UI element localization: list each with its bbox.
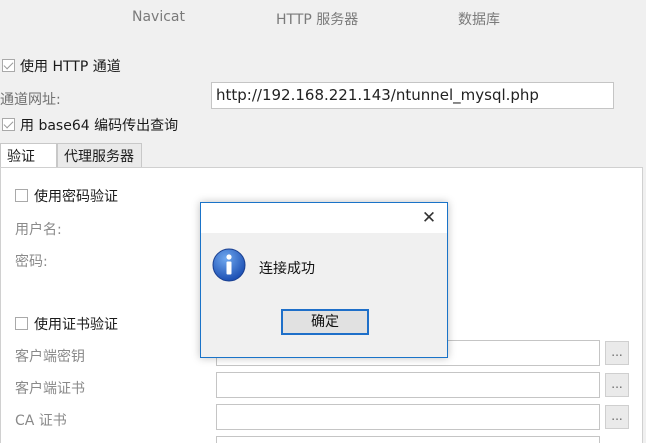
tab-auth[interactable]: 验证	[0, 143, 57, 167]
client-key-browse-button[interactable]: ...	[605, 341, 629, 365]
client-cert-label: 客户端证书	[15, 381, 85, 397]
tunnel-url-label: 通道网址:	[0, 92, 61, 108]
client-cert-input[interactable]	[216, 372, 600, 398]
ca-cert-browse-button[interactable]: ...	[605, 405, 629, 429]
tab-http-server[interactable]: HTTP 服务器	[276, 9, 358, 29]
ok-button[interactable]: 确定	[281, 309, 369, 335]
dialog-message: 连接成功	[259, 261, 315, 277]
dialog-titlebar: ✕	[201, 203, 447, 233]
tab-proxy[interactable]: 代理服务器	[57, 143, 142, 167]
use-password-auth-checkbox[interactable]	[15, 189, 28, 202]
base64-checkbox[interactable]	[2, 118, 15, 131]
tab-database[interactable]: 数据库	[458, 9, 500, 29]
extra-input[interactable]	[216, 436, 600, 443]
ca-cert-input[interactable]	[216, 404, 600, 430]
use-http-tunnel-label: 使用 HTTP 通道	[20, 59, 121, 75]
use-http-tunnel-checkbox[interactable]	[2, 59, 15, 72]
password-label: 密码:	[15, 254, 48, 270]
info-icon	[212, 248, 246, 282]
use-password-auth-label: 使用密码验证	[34, 189, 118, 205]
use-cert-auth-label: 使用证书验证	[34, 317, 118, 333]
base64-label: 用 base64 编码传出查询	[20, 118, 179, 134]
client-key-label: 客户端密钥	[15, 349, 85, 365]
use-cert-auth-checkbox[interactable]	[15, 317, 28, 330]
connection-success-dialog: ✕ 连接成功 确定	[200, 202, 448, 358]
tunnel-url-input[interactable]: http://192.168.221.143/ntunnel_mysql.php	[211, 82, 614, 109]
client-cert-browse-button[interactable]: ...	[605, 373, 629, 397]
ca-cert-label: CA 证书	[15, 413, 67, 429]
close-icon[interactable]: ✕	[419, 208, 439, 228]
tab-navicat[interactable]: Navicat	[132, 9, 185, 25]
username-label: 用户名:	[15, 222, 62, 238]
